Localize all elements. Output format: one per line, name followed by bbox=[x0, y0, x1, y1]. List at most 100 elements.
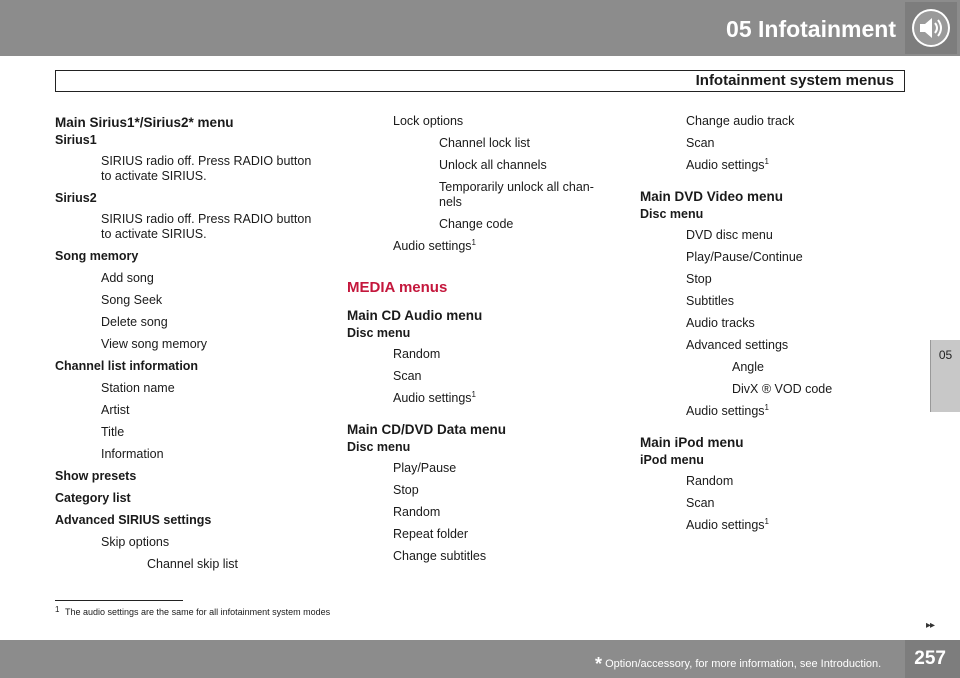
menu-heading-text: Main Sirius1*/Sirius2* menu bbox=[55, 115, 234, 130]
menu-heading-text: Main CD/DVD Data menu bbox=[347, 422, 507, 437]
menu-heading-text: Main DVD Video menu bbox=[640, 189, 784, 204]
menu-column-3: Change audio track Scan Audio settings1 Mai… bbox=[640, 114, 920, 533]
menu-item-text: Scan bbox=[686, 136, 715, 150]
footnote: 1 The audio settings are the same for al… bbox=[55, 605, 331, 618]
menu-item: Channel lock list bbox=[347, 136, 617, 151]
submenu-heading-text: Show presets bbox=[55, 469, 137, 483]
menu-item-text: Audio settings bbox=[686, 158, 765, 172]
menu-column-2: Lock options Channel lock list Unlock all … bbox=[347, 114, 617, 564]
menu-item: SIRIUS radio off. Press RADIO button to … bbox=[55, 154, 325, 184]
menu-item-text: Add song bbox=[101, 271, 154, 285]
menu-item: Repeat folder bbox=[347, 527, 617, 542]
submenu-heading-text: Sirius2 bbox=[55, 191, 97, 205]
menu-item: Channel skip list bbox=[55, 557, 325, 572]
menu-item: Audio settings1 bbox=[640, 156, 920, 173]
section-heading: MEDIA menus bbox=[347, 279, 617, 297]
menu-item: DVD disc menu bbox=[640, 228, 920, 243]
menu-heading-text: Main CD Audio menu bbox=[347, 308, 483, 323]
menu-item: Song Seek bbox=[55, 293, 325, 308]
menu-item: Random bbox=[347, 505, 617, 520]
menu-item-text: Random bbox=[393, 347, 441, 361]
footnote-ref: 1 bbox=[471, 237, 476, 247]
menu-item: Station name bbox=[55, 381, 325, 396]
speaker-icon bbox=[912, 9, 950, 47]
menu-item: Scan bbox=[640, 496, 920, 511]
submenu-heading-text: Disc menu bbox=[347, 440, 411, 454]
menu-heading-text: Main iPod menu bbox=[640, 435, 744, 450]
menu-item-text: SIRIUS radio off. Press RADIO button to … bbox=[101, 154, 312, 183]
page-footer: * Option/accessory, for more information… bbox=[0, 640, 960, 678]
menu-item: Audio settings1 bbox=[640, 516, 920, 533]
menu-item-text: Repeat folder bbox=[393, 527, 469, 541]
menu-item: Title bbox=[55, 425, 325, 440]
menu-item-text: Artist bbox=[101, 403, 130, 417]
menu-item-text: Subtitles bbox=[686, 294, 734, 308]
submenu-heading: Sirius2 bbox=[55, 190, 325, 206]
submenu-heading-text: Song memory bbox=[55, 249, 139, 263]
footnote-ref: 1 bbox=[471, 389, 476, 399]
menu-item-text: Information bbox=[101, 447, 164, 461]
menu-item: Audio settings1 bbox=[640, 402, 920, 419]
menu-item-text: View song memory bbox=[101, 337, 208, 351]
menu-item-text: Play/Pause bbox=[393, 461, 457, 475]
menu-item: Artist bbox=[55, 403, 325, 418]
menu-item: Audio settings1 bbox=[347, 389, 617, 406]
submenu-heading: Sirius1 bbox=[55, 132, 325, 148]
menu-item: Audio tracks bbox=[640, 316, 920, 331]
submenu-heading-text: Category list bbox=[55, 491, 131, 505]
menu-item-text: Delete song bbox=[101, 315, 168, 329]
submenu-heading: Channel list information bbox=[55, 358, 325, 374]
submenu-heading: Disc menu bbox=[640, 206, 920, 222]
menu-item-text: Channel skip list bbox=[147, 557, 239, 571]
submenu-heading-text: Disc menu bbox=[640, 207, 704, 221]
menu-item-text: Scan bbox=[686, 496, 715, 510]
menu-item: Play/Pause bbox=[347, 461, 617, 476]
menu-heading: Main iPod menu bbox=[640, 434, 920, 452]
section-title-bar: Infotainment system menus bbox=[55, 70, 905, 92]
menu-item: SIRIUS radio off. Press RADIO button to … bbox=[55, 212, 325, 242]
submenu-heading-text: Sirius1 bbox=[55, 133, 97, 147]
menu-item: Stop bbox=[640, 272, 920, 287]
footnote-ref: 1 bbox=[764, 156, 769, 166]
menu-item-text: Stop bbox=[393, 483, 419, 497]
menu-item-text: Change audio track bbox=[686, 114, 795, 128]
menu-item-text: Change subtitles bbox=[393, 549, 487, 563]
footnote-divider bbox=[55, 600, 183, 601]
menu-item-text: Station name bbox=[101, 381, 175, 395]
submenu-heading-text: iPod menu bbox=[640, 453, 704, 467]
footnote-ref: 1 bbox=[764, 402, 769, 412]
submenu-heading-text: Advanced SIRIUS settings bbox=[55, 513, 212, 527]
section-heading-text: MEDIA menus bbox=[347, 279, 448, 296]
footnote-number: 1 bbox=[55, 605, 60, 614]
submenu-heading: Advanced SIRIUS settings bbox=[55, 512, 325, 528]
menu-item: View song memory bbox=[55, 337, 325, 352]
page-number-box: 257 bbox=[905, 640, 960, 678]
menu-item-text: DivX ® VOD code bbox=[732, 382, 833, 396]
menu-item: Delete song bbox=[55, 315, 325, 330]
menu-heading: Main Sirius1*/Sirius2* menu bbox=[55, 114, 325, 132]
page-number: 257 bbox=[914, 648, 946, 669]
submenu-heading: Disc menu bbox=[347, 439, 617, 455]
menu-heading: Main CD Audio menu bbox=[347, 307, 617, 325]
menu-item-text: Stop bbox=[686, 272, 712, 286]
menu-item-text: Random bbox=[686, 474, 734, 488]
continue-arrows-icon[interactable]: ▸▸ bbox=[926, 620, 935, 631]
footer-note-text: Option/accessory, for more information, … bbox=[605, 658, 882, 670]
menu-item: Skip options bbox=[55, 535, 325, 550]
chapter-side-tab[interactable]: 05 bbox=[930, 340, 960, 412]
menu-item-text: Lock options bbox=[393, 114, 464, 128]
menu-item-text: Audio settings bbox=[393, 239, 472, 253]
footnote-ref: 1 bbox=[764, 516, 769, 526]
menu-item: Advanced settings bbox=[640, 338, 920, 353]
menu-item: Unlock all channels bbox=[347, 158, 617, 173]
menu-item: Information bbox=[55, 447, 325, 462]
footnote-text: The audio settings are the same for all … bbox=[65, 607, 331, 617]
menu-item-text: Audio tracks bbox=[686, 316, 755, 330]
menu-item-text: Unlock all channels bbox=[439, 158, 547, 172]
menu-item: DivX ® VOD code bbox=[640, 382, 920, 397]
chapter-header: 05 Infotainment bbox=[0, 0, 960, 56]
menu-heading: Main CD/DVD Data menu bbox=[347, 421, 617, 439]
menu-item: Play/Pause/Continue bbox=[640, 250, 920, 265]
menu-item-text: Random bbox=[393, 505, 441, 519]
submenu-heading: Category list bbox=[55, 490, 325, 506]
